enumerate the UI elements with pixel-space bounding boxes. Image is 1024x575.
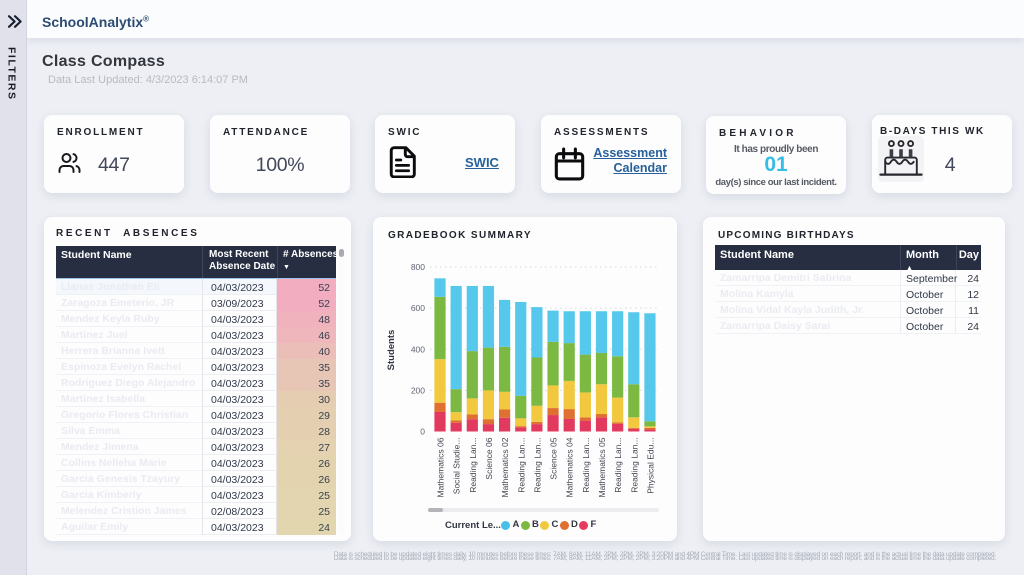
svg-text:Mathematics 05: Mathematics 05	[597, 437, 607, 497]
svg-text:Science 06: Science 06	[484, 437, 494, 479]
svg-text:Reading Lan...: Reading Lan...	[516, 438, 526, 493]
svg-text:Mathematics 04: Mathematics 04	[565, 437, 575, 497]
svg-text:Mathematics 02: Mathematics 02	[500, 437, 510, 497]
svg-text:600: 600	[411, 303, 425, 313]
svg-text:Reading Lan...: Reading Lan...	[613, 438, 623, 493]
svg-text:Students: Students	[386, 330, 397, 371]
svg-text:Mathematics 06: Mathematics 06	[436, 437, 446, 497]
svg-text:Social Studie...: Social Studie...	[452, 438, 462, 495]
svg-text:0: 0	[420, 427, 425, 437]
svg-text:400: 400	[411, 344, 425, 354]
svg-text:Reading Lan...: Reading Lan...	[629, 438, 639, 493]
svg-text:Reading Lan...: Reading Lan...	[532, 438, 542, 493]
svg-text:200: 200	[411, 385, 425, 395]
svg-text:Science 05: Science 05	[549, 437, 559, 479]
svg-text:Physical Edu...: Physical Edu...	[645, 438, 655, 494]
svg-text:Reading Lan...: Reading Lan...	[581, 438, 591, 493]
svg-text:Reading Lan...: Reading Lan...	[468, 438, 478, 493]
svg-text:800: 800	[411, 262, 425, 272]
